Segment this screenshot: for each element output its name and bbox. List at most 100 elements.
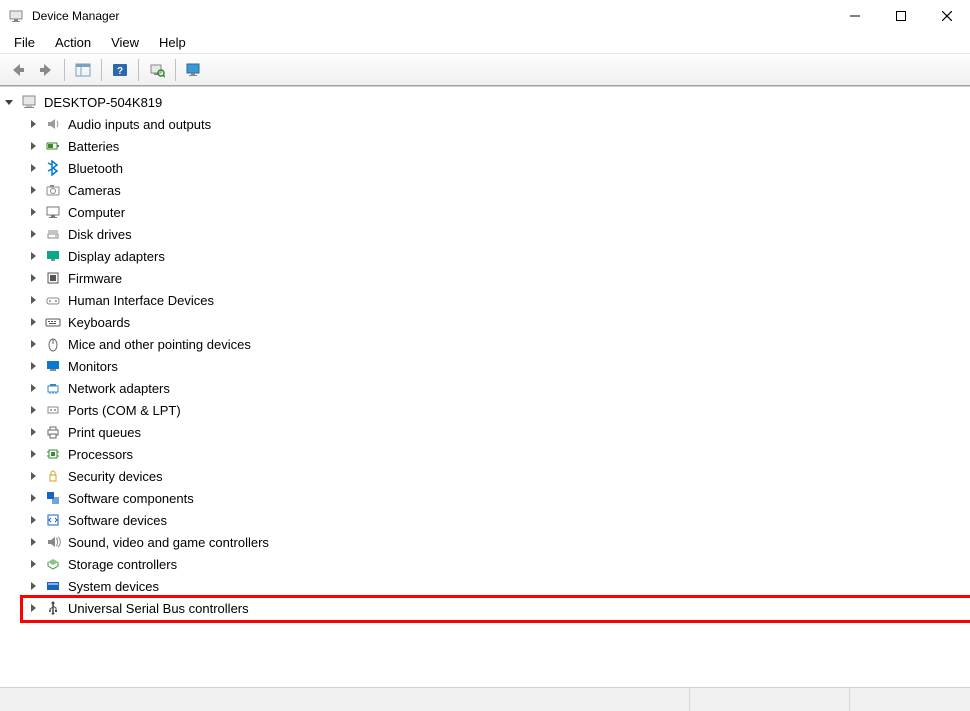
expand-toggle[interactable] — [26, 359, 40, 373]
expand-toggle[interactable] — [26, 271, 40, 285]
help-button[interactable]: ? — [108, 58, 132, 82]
expand-toggle[interactable] — [26, 447, 40, 461]
expand-toggle[interactable] — [26, 249, 40, 263]
port-icon — [44, 401, 62, 419]
tree-category[interactable]: Batteries — [26, 135, 970, 157]
tree-category[interactable]: Network adapters — [26, 377, 970, 399]
system-icon — [44, 577, 62, 595]
network-icon — [44, 379, 62, 397]
sound-icon — [44, 533, 62, 551]
tree-category[interactable]: Disk drives — [26, 223, 970, 245]
tree-category[interactable]: Sound, video and game controllers — [26, 531, 970, 553]
device-tree[interactable]: DESKTOP-504K819 Audio inputs and outputs… — [0, 86, 970, 687]
storage-icon — [44, 555, 62, 573]
tree-category[interactable]: Ports (COM & LPT) — [26, 399, 970, 421]
tree-category[interactable]: Storage controllers — [26, 553, 970, 575]
window-title: Device Manager — [32, 9, 832, 23]
toolbar-separator — [101, 59, 102, 81]
expand-toggle[interactable] — [26, 513, 40, 527]
tree-category[interactable]: Print queues — [26, 421, 970, 443]
tree-category[interactable]: Display adapters — [26, 245, 970, 267]
menu-bar: File Action View Help — [0, 32, 970, 54]
tree-category[interactable]: Software devices — [26, 509, 970, 531]
toolbar-separator — [64, 59, 65, 81]
tree-category-label: Storage controllers — [66, 556, 179, 573]
expand-toggle[interactable] — [26, 557, 40, 571]
menu-file[interactable]: File — [4, 33, 45, 52]
toolbar: ? — [0, 54, 970, 86]
tree-category[interactable]: Mice and other pointing devices — [26, 333, 970, 355]
expand-toggle[interactable] — [26, 579, 40, 593]
tree-root-label: DESKTOP-504K819 — [42, 94, 164, 111]
expand-toggle[interactable] — [26, 535, 40, 549]
expand-toggle[interactable] — [26, 337, 40, 351]
display-icon — [44, 247, 62, 265]
expand-toggle[interactable] — [26, 227, 40, 241]
tree-root-node[interactable]: DESKTOP-504K819 — [2, 91, 970, 113]
tree-category[interactable]: Universal Serial Bus controllers — [26, 597, 970, 619]
expand-toggle[interactable] — [26, 293, 40, 307]
expand-toggle[interactable] — [2, 95, 16, 109]
show-hide-tree-button[interactable] — [71, 58, 95, 82]
expand-toggle[interactable] — [26, 183, 40, 197]
menu-action[interactable]: Action — [45, 33, 101, 52]
tree-category-label: Display adapters — [66, 248, 167, 265]
tree-category[interactable]: Human Interface Devices — [26, 289, 970, 311]
status-cell — [850, 688, 970, 711]
nav-forward-button[interactable] — [34, 58, 58, 82]
maximize-button[interactable] — [878, 0, 924, 32]
close-button[interactable] — [924, 0, 970, 32]
expand-toggle[interactable] — [26, 491, 40, 505]
tree-category[interactable]: Keyboards — [26, 311, 970, 333]
expand-toggle[interactable] — [26, 381, 40, 395]
tree-category-label: Audio inputs and outputs — [66, 116, 213, 133]
expand-toggle[interactable] — [26, 117, 40, 131]
tree-category-label: Keyboards — [66, 314, 132, 331]
computer-icon — [44, 203, 62, 221]
status-cell — [0, 688, 690, 711]
tree-category-label: System devices — [66, 578, 161, 595]
tree-category-label: Disk drives — [66, 226, 134, 243]
battery-icon — [44, 137, 62, 155]
expand-toggle[interactable] — [26, 425, 40, 439]
expand-toggle[interactable] — [26, 315, 40, 329]
cpu-icon — [44, 445, 62, 463]
tree-category[interactable]: Audio inputs and outputs — [26, 113, 970, 135]
tree-category[interactable]: Computer — [26, 201, 970, 223]
svg-text:?: ? — [117, 66, 123, 77]
tree-category-label: Software devices — [66, 512, 169, 529]
sw-dev-icon — [44, 511, 62, 529]
title-bar: Device Manager — [0, 0, 970, 32]
minimize-button[interactable] — [832, 0, 878, 32]
tree-category[interactable]: Cameras — [26, 179, 970, 201]
tree-category[interactable]: Bluetooth — [26, 157, 970, 179]
security-icon — [44, 467, 62, 485]
expand-toggle[interactable] — [26, 403, 40, 417]
expand-toggle[interactable] — [26, 161, 40, 175]
mouse-icon — [44, 335, 62, 353]
audio-icon — [44, 115, 62, 133]
expand-toggle[interactable] — [26, 205, 40, 219]
tree-category[interactable]: Software components — [26, 487, 970, 509]
expand-toggle[interactable] — [26, 469, 40, 483]
menu-help[interactable]: Help — [149, 33, 196, 52]
toolbar-separator — [175, 59, 176, 81]
nav-back-button[interactable] — [6, 58, 30, 82]
tree-category[interactable]: Security devices — [26, 465, 970, 487]
tree-category[interactable]: System devices — [26, 575, 970, 597]
status-bar — [0, 687, 970, 711]
expand-toggle[interactable] — [26, 601, 40, 615]
tree-category[interactable]: Processors — [26, 443, 970, 465]
tree-category-label: Processors — [66, 446, 135, 463]
tree-category-label: Human Interface Devices — [66, 292, 216, 309]
camera-icon — [44, 181, 62, 199]
menu-view[interactable]: View — [101, 33, 149, 52]
sw-comp-icon — [44, 489, 62, 507]
expand-toggle[interactable] — [26, 139, 40, 153]
status-cell — [690, 688, 850, 711]
tree-category-label: Print queues — [66, 424, 143, 441]
tree-category[interactable]: Firmware — [26, 267, 970, 289]
monitor-button[interactable] — [182, 58, 206, 82]
tree-category[interactable]: Monitors — [26, 355, 970, 377]
scan-hardware-button[interactable] — [145, 58, 169, 82]
